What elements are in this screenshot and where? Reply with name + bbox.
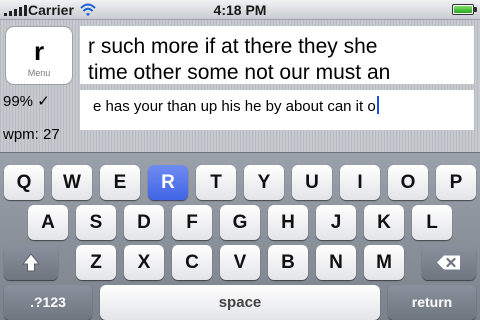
- battery-icon: [452, 4, 477, 15]
- next-letter-indicator: r: [33, 36, 45, 66]
- numbers-key[interactable]: .?123: [4, 285, 92, 320]
- key-w[interactable]: W: [52, 165, 92, 200]
- prompt-text-box: r such more if at there they she time ot…: [80, 26, 474, 84]
- key-j[interactable]: J: [316, 205, 356, 240]
- typed-text-field[interactable]: e has your than up his he by about can i…: [80, 90, 474, 130]
- key-h[interactable]: H: [268, 205, 308, 240]
- key-d[interactable]: D: [124, 205, 164, 240]
- key-a[interactable]: A: [28, 205, 68, 240]
- key-p[interactable]: P: [436, 165, 476, 200]
- key-u[interactable]: U: [292, 165, 332, 200]
- key-x[interactable]: X: [124, 245, 164, 280]
- key-n[interactable]: N: [316, 245, 356, 280]
- shift-key[interactable]: [4, 245, 58, 280]
- key-g[interactable]: G: [220, 205, 260, 240]
- key-r[interactable]: R: [148, 165, 188, 200]
- keyboard: Q W E R T Y U I O P A S D F G H J K L Z …: [0, 152, 480, 320]
- backspace-icon: [437, 255, 460, 270]
- key-c[interactable]: C: [172, 245, 212, 280]
- key-l[interactable]: L: [412, 205, 452, 240]
- text-cursor: [376, 96, 379, 114]
- key-v[interactable]: V: [220, 245, 260, 280]
- wpm-readout: wpm: 27: [3, 126, 60, 143]
- key-f[interactable]: F: [172, 205, 212, 240]
- key-q[interactable]: Q: [4, 165, 44, 200]
- typed-text: e has your than up his he by about can i…: [93, 98, 376, 115]
- key-z[interactable]: Z: [76, 245, 116, 280]
- status-bar: Carrier 4:18 PM: [0, 0, 480, 20]
- space-key[interactable]: space: [100, 285, 380, 320]
- key-b[interactable]: B: [268, 245, 308, 280]
- menu-button[interactable]: r Menu: [5, 26, 73, 85]
- typing-panel: r Menu 99% ✓ wpm: 27 r such more if at t…: [0, 20, 480, 152]
- accuracy-readout: 99% ✓: [3, 93, 50, 110]
- key-m[interactable]: M: [364, 245, 404, 280]
- clock: 4:18 PM: [213, 2, 267, 18]
- shift-arrow-icon: [21, 253, 41, 272]
- key-k[interactable]: K: [364, 205, 404, 240]
- backspace-key[interactable]: [422, 245, 476, 280]
- return-key[interactable]: return: [388, 285, 476, 320]
- key-s[interactable]: S: [76, 205, 116, 240]
- prompt-line: r such more if at there they she: [88, 35, 378, 58]
- key-o[interactable]: O: [388, 165, 428, 200]
- prompt-line: time other some not our must an: [88, 61, 391, 84]
- key-e[interactable]: E: [100, 165, 140, 200]
- key-i[interactable]: I: [340, 165, 380, 200]
- menu-label: Menu: [27, 68, 51, 78]
- key-y[interactable]: Y: [244, 165, 284, 200]
- key-t[interactable]: T: [196, 165, 236, 200]
